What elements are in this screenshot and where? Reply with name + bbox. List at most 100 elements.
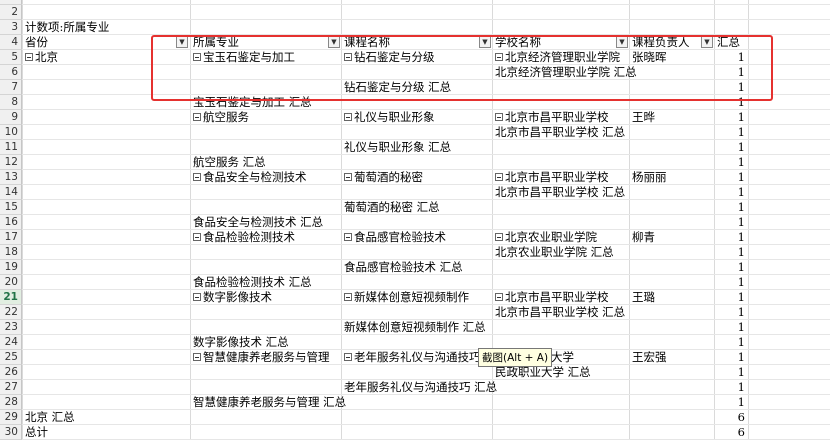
row-header[interactable]: 14 (0, 185, 22, 200)
cell-total[interactable]: 1 (714, 290, 748, 305)
row-header[interactable]: 18 (0, 245, 22, 260)
cell-total[interactable]: 6 (714, 425, 748, 440)
collapse-toggle-icon[interactable] (495, 113, 503, 121)
cell-province[interactable]: 总计 (22, 425, 190, 440)
collapse-toggle-icon[interactable] (344, 293, 352, 301)
row-header[interactable]: 7 (0, 80, 22, 95)
cell-total[interactable]: 1 (714, 335, 748, 350)
collapse-toggle-icon[interactable] (495, 293, 503, 301)
cell-school[interactable]: 北京市昌平职业学校 (492, 110, 642, 125)
row-header[interactable]: 3 (0, 20, 22, 35)
cell-major[interactable]: 食品检验检测技术 (190, 230, 350, 245)
cell-school[interactable]: 北京市昌平职业学校 (492, 290, 642, 305)
row-header[interactable]: 10 (0, 125, 22, 140)
cell-course[interactable]: 礼仪与职业形象 (341, 110, 501, 125)
cell-major[interactable]: 食品检验检测技术 汇总 (190, 275, 350, 290)
cell-owner[interactable]: 王璐 (629, 290, 714, 305)
collapse-toggle-icon[interactable] (344, 353, 352, 361)
cell-school[interactable]: 民政职业大学 汇总 (492, 365, 642, 380)
cell-total[interactable]: 1 (714, 305, 748, 320)
collapse-toggle-icon[interactable] (495, 233, 503, 241)
cell-owner[interactable]: 柳青 (629, 230, 714, 245)
row-header[interactable]: 17 (0, 230, 22, 245)
collapse-toggle-icon[interactable] (193, 353, 201, 361)
cell-owner[interactable]: 王宏强 (629, 350, 714, 365)
cell-total[interactable]: 1 (714, 170, 748, 185)
cell-owner[interactable]: 王晔 (629, 110, 714, 125)
row-header[interactable]: 6 (0, 65, 22, 80)
cell-course[interactable]: 葡萄酒的秘密 汇总 (341, 200, 501, 215)
cell-total[interactable]: 1 (714, 275, 748, 290)
row-header[interactable]: 2 (0, 5, 22, 20)
row-header[interactable]: 8 (0, 95, 22, 110)
collapse-toggle-icon[interactable] (495, 173, 503, 181)
cell-total[interactable]: 1 (714, 380, 748, 395)
cell-school[interactable]: 北京市昌平职业学校 汇总 (492, 125, 642, 140)
row-header[interactable]: 30 (0, 425, 22, 440)
row-header[interactable]: 16 (0, 215, 22, 230)
row-header[interactable]: 23 (0, 320, 22, 335)
cell-course[interactable]: 新媒体创意短视频制作 (341, 290, 501, 305)
collapse-toggle-icon[interactable] (344, 113, 352, 121)
cell-total[interactable]: 1 (714, 200, 748, 215)
cell-owner[interactable]: 杨丽丽 (629, 170, 714, 185)
row-header[interactable]: 21 (0, 290, 22, 305)
cell-total[interactable]: 1 (714, 125, 748, 140)
header-province[interactable]: 省份 (22, 35, 172, 50)
cell-major[interactable]: 数字影像技术 (190, 290, 350, 305)
cell-major[interactable]: 数字影像技术 汇总 (190, 335, 350, 350)
cell-major[interactable]: 智慧健康养老服务与管理 汇总 (190, 395, 350, 410)
pivot-title[interactable]: 计数项:所属专业 (22, 20, 182, 35)
row-header[interactable]: 28 (0, 395, 22, 410)
row-header[interactable]: 25 (0, 350, 22, 365)
cell-course[interactable]: 礼仪与职业形象 汇总 (341, 140, 501, 155)
cell-total[interactable]: 6 (714, 410, 748, 425)
cell-major[interactable]: 智慧健康养老服务与管理 (190, 350, 350, 365)
row-header[interactable]: 15 (0, 200, 22, 215)
cell-total[interactable]: 1 (714, 365, 748, 380)
cell-total[interactable]: 1 (714, 260, 748, 275)
row-header[interactable]: 24 (0, 335, 22, 350)
cell-course[interactable]: 食品感官检验技术 汇总 (341, 260, 501, 275)
collapse-toggle-icon[interactable] (344, 173, 352, 181)
row-header[interactable]: 26 (0, 365, 22, 380)
row-header[interactable]: 5 (0, 50, 22, 65)
cell-school[interactable]: 北京市昌平职业学校 汇总 (492, 185, 642, 200)
row-header[interactable]: 11 (0, 140, 22, 155)
cell-major[interactable]: 食品安全与检测技术 (190, 170, 350, 185)
cell-major[interactable]: 航空服务 汇总 (190, 155, 350, 170)
cell-school[interactable]: 北京市昌平职业学校 (492, 170, 642, 185)
cell-total[interactable]: 1 (714, 185, 748, 200)
cell-total[interactable]: 1 (714, 110, 748, 125)
cell-total[interactable]: 1 (714, 230, 748, 245)
cell-total[interactable]: 1 (714, 245, 748, 260)
collapse-toggle-icon[interactable] (193, 293, 201, 301)
row-header[interactable]: 29 (0, 410, 22, 425)
cell-course[interactable]: 新媒体创意短视频制作 汇总 (341, 320, 501, 335)
row-header[interactable]: 4 (0, 35, 22, 50)
collapse-toggle-icon[interactable] (344, 233, 352, 241)
row-header[interactable]: 12 (0, 155, 22, 170)
cell-total[interactable]: 1 (714, 155, 748, 170)
cell-course[interactable]: 葡萄酒的秘密 (341, 170, 501, 185)
cell-school[interactable]: 北京农业职业学院 汇总 (492, 245, 642, 260)
row-header[interactable]: 19 (0, 260, 22, 275)
row-header[interactable]: 9 (0, 110, 22, 125)
cell-school[interactable]: 北京市昌平职业学校 汇总 (492, 305, 642, 320)
collapse-toggle-icon[interactable] (193, 233, 201, 241)
cell-total[interactable]: 1 (714, 215, 748, 230)
cell-major[interactable]: 航空服务 (190, 110, 350, 125)
row-header[interactable]: 20 (0, 275, 22, 290)
cell-total[interactable]: 1 (714, 395, 748, 410)
cell-course[interactable]: 老年服务礼仪与沟通技巧 (341, 350, 501, 365)
cell-province[interactable]: 北京 汇总 (22, 410, 190, 425)
collapse-toggle-icon[interactable] (193, 173, 201, 181)
row-header[interactable]: 27 (0, 380, 22, 395)
cell-course[interactable]: 食品感官检验技术 (341, 230, 501, 245)
row-header[interactable]: 22 (0, 305, 22, 320)
collapse-toggle-icon[interactable] (193, 113, 201, 121)
cell-total[interactable]: 1 (714, 140, 748, 155)
cell-total[interactable]: 1 (714, 320, 748, 335)
cell-total[interactable]: 1 (714, 350, 748, 365)
row-header[interactable]: 13 (0, 170, 22, 185)
